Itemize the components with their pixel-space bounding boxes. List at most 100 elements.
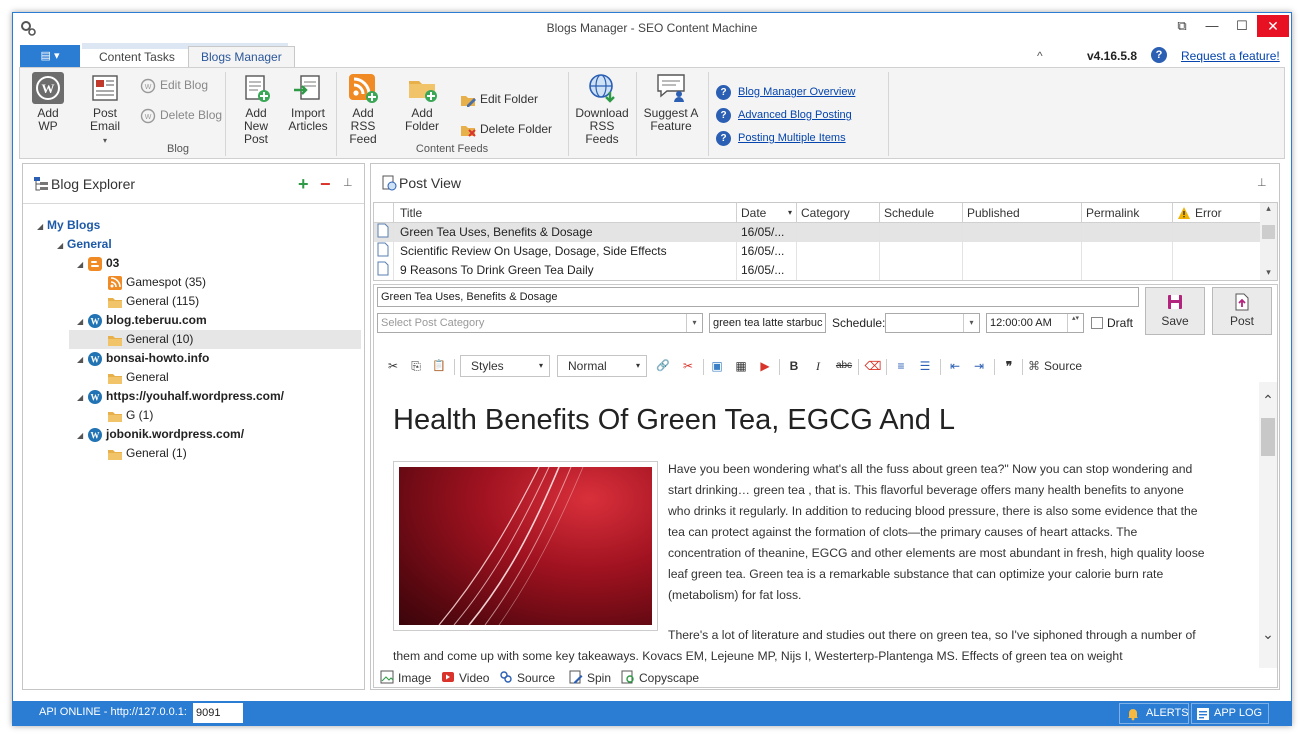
tree-node-folder[interactable]: General (1) bbox=[107, 444, 187, 463]
tree-node-general-group[interactable]: ◢ General bbox=[57, 235, 112, 254]
tree-node-folder[interactable]: G (1) bbox=[107, 406, 153, 425]
styles-dropdown[interactable]: Styles ▾ bbox=[460, 355, 550, 377]
help-link-overview[interactable]: ? Blog Manager Overview bbox=[716, 84, 855, 100]
table-row[interactable]: Scientific Review On Usage, Dosage, Side… bbox=[374, 242, 1260, 261]
scrollbar-thumb[interactable] bbox=[1262, 225, 1275, 239]
minimize-button[interactable]: — bbox=[1197, 15, 1227, 37]
add-folder-button[interactable]: Add Folder bbox=[394, 72, 450, 133]
close-button[interactable]: ✕ bbox=[1257, 15, 1289, 37]
column-schedule[interactable]: Schedule bbox=[880, 203, 963, 223]
api-port-input[interactable]: 9091 bbox=[193, 703, 243, 723]
suggest-feature-button[interactable]: Suggest A Feature bbox=[640, 72, 702, 133]
schedule-time-input[interactable]: 12:00:00 AM ▴▾ bbox=[986, 313, 1084, 333]
time-spinner-icon[interactable]: ▴▾ bbox=[1067, 314, 1083, 332]
scrollbar-thumb[interactable] bbox=[1261, 418, 1275, 456]
edit-blog-button[interactable]: W Edit Blog bbox=[140, 76, 208, 94]
scroll-down-icon[interactable]: ▾ bbox=[1260, 267, 1277, 278]
tags-input[interactable]: green tea latte starbuc bbox=[709, 313, 826, 333]
delete-folder-button[interactable]: Delete Folder bbox=[460, 120, 552, 138]
tree-node-blog-youhalf[interactable]: ◢ Whttps://youhalf.wordpress.com/ bbox=[77, 387, 284, 406]
column-published[interactable]: Published bbox=[963, 203, 1082, 223]
youtube-icon[interactable]: ▶ bbox=[756, 357, 774, 375]
scroll-up-icon[interactable]: ⌃ bbox=[1259, 392, 1277, 409]
file-menu-button[interactable]: ▤ ▾ bbox=[20, 45, 80, 67]
tree-expand-icon[interactable]: ◢ bbox=[57, 236, 67, 255]
tree-expand-icon[interactable]: ◢ bbox=[77, 312, 87, 331]
tree-node-blog-jobonik[interactable]: ◢ Wjobonik.wordpress.com/ bbox=[77, 425, 244, 444]
eraser-icon[interactable]: ⌫ bbox=[864, 357, 882, 375]
tree-node-blog-03[interactable]: ◢ 03 bbox=[77, 254, 119, 273]
image-icon[interactable]: ▣ bbox=[708, 357, 726, 375]
spin-button[interactable]: Spin bbox=[569, 670, 611, 685]
italic-icon[interactable]: I bbox=[809, 357, 827, 375]
remove-icon[interactable]: − bbox=[320, 174, 331, 195]
column-date[interactable]: Date ▾ bbox=[737, 203, 797, 223]
tree-node-blog-teberuu[interactable]: ◢ Wblog.teberuu.com bbox=[77, 311, 207, 330]
draft-checkbox[interactable] bbox=[1091, 317, 1103, 329]
edit-folder-button[interactable]: Edit Folder bbox=[460, 90, 538, 108]
post-email-button[interactable]: Post Email ▾ bbox=[78, 72, 132, 147]
alerts-button[interactable]: ALERTS bbox=[1119, 703, 1189, 724]
column-error[interactable]: Error bbox=[1173, 203, 1262, 223]
tree-expand-icon[interactable]: ◢ bbox=[77, 255, 87, 274]
insert-image-button[interactable]: Image bbox=[380, 670, 431, 685]
request-feature-link[interactable]: Request a feature! bbox=[1181, 49, 1280, 63]
tree-expand-icon[interactable]: ◢ bbox=[77, 426, 87, 445]
copyscape-button[interactable]: Copyscape bbox=[621, 670, 699, 685]
category-select[interactable]: Select Post Category ▾ bbox=[377, 313, 703, 333]
post-title-input[interactable]: Green Tea Uses, Benefits & Dosage bbox=[377, 287, 1139, 307]
add-rss-feed-button[interactable]: Add RSS Feed bbox=[340, 72, 386, 146]
tree-node-folder[interactable]: General bbox=[107, 368, 169, 387]
tree-expand-icon[interactable]: ◢ bbox=[77, 350, 87, 369]
tree-node-my-blogs[interactable]: ◢ My Blogs bbox=[37, 216, 100, 235]
tree-node-folder[interactable]: General (115) bbox=[107, 292, 199, 311]
tree-node-blog-bonsai[interactable]: ◢ Wbonsai-howto.info bbox=[77, 349, 209, 368]
import-articles-button[interactable]: Import Articles bbox=[284, 72, 332, 133]
maximize-button[interactable]: ☐ bbox=[1227, 15, 1257, 37]
editor-scrollbar[interactable]: ⌃ ⌄ bbox=[1259, 382, 1277, 668]
paste-icon[interactable]: 📋 bbox=[430, 357, 448, 375]
link-icon[interactable]: 🔗 bbox=[654, 357, 672, 375]
table-row[interactable]: 9 Reasons To Drink Green Tea Daily 16/05… bbox=[374, 261, 1260, 280]
tab-blogs-manager[interactable]: Blogs Manager bbox=[188, 46, 295, 68]
tree-node-feed[interactable]: Gamespot (35) bbox=[107, 273, 206, 292]
scroll-down-icon[interactable]: ⌄ bbox=[1259, 626, 1277, 643]
insert-source-button[interactable]: Source bbox=[499, 670, 555, 685]
unordered-list-icon[interactable]: ☰ bbox=[916, 357, 934, 375]
help-link-advanced[interactable]: ? Advanced Blog Posting bbox=[716, 107, 852, 123]
add-wp-button[interactable]: W Add WP bbox=[28, 72, 68, 133]
bold-icon[interactable]: B bbox=[785, 357, 803, 375]
tab-content-tasks[interactable]: Content Tasks bbox=[87, 47, 187, 67]
cut-icon[interactable]: ✂ bbox=[384, 357, 402, 375]
tree-expand-icon[interactable]: ◢ bbox=[77, 388, 87, 407]
column-category[interactable]: Category bbox=[797, 203, 880, 223]
tree-node-folder-selected[interactable]: General (10) bbox=[69, 330, 361, 349]
insert-video-button[interactable]: Video bbox=[441, 670, 489, 685]
ordered-list-icon[interactable]: ≡ bbox=[892, 357, 910, 375]
scroll-up-icon[interactable]: ▴ bbox=[1260, 203, 1277, 214]
download-rss-feeds-button[interactable]: Download RSS Feeds bbox=[572, 72, 632, 146]
tree-expand-icon[interactable]: ◢ bbox=[37, 217, 47, 236]
pin-icon[interactable]: ⊥ bbox=[1257, 176, 1267, 189]
column-permalink[interactable]: Permalink bbox=[1082, 203, 1173, 223]
strikethrough-icon[interactable]: abc bbox=[832, 357, 856, 375]
collapse-ribbon-icon[interactable]: ^ bbox=[1037, 49, 1043, 63]
source-button[interactable]: ⌘ Source bbox=[1028, 357, 1098, 375]
unlink-icon[interactable]: ✂ bbox=[679, 357, 697, 375]
add-icon[interactable]: + bbox=[298, 174, 309, 195]
copy-icon[interactable]: ⎘ bbox=[407, 357, 425, 375]
outdent-icon[interactable]: ⇤ bbox=[946, 357, 964, 375]
add-new-post-button[interactable]: Add New Post bbox=[232, 72, 280, 146]
format-dropdown[interactable]: Normal ▾ bbox=[557, 355, 647, 377]
blockquote-icon[interactable]: ❞ bbox=[1000, 357, 1018, 375]
table-scrollbar[interactable]: ▴ ▾ bbox=[1260, 203, 1277, 280]
table-icon[interactable]: ▦ bbox=[732, 357, 750, 375]
editor-content[interactable]: Health Benefits Of Green Tea, EGCG And L bbox=[375, 382, 1259, 668]
schedule-date-picker[interactable]: ▾ bbox=[885, 313, 980, 333]
column-title[interactable]: Title bbox=[394, 203, 737, 223]
restore-icon[interactable]: ⧉ bbox=[1167, 15, 1197, 37]
indent-icon[interactable]: ⇥ bbox=[970, 357, 988, 375]
delete-blog-button[interactable]: W Delete Blog bbox=[140, 106, 222, 124]
post-image[interactable] bbox=[393, 461, 658, 631]
pin-icon[interactable]: ⊥ bbox=[343, 176, 353, 189]
